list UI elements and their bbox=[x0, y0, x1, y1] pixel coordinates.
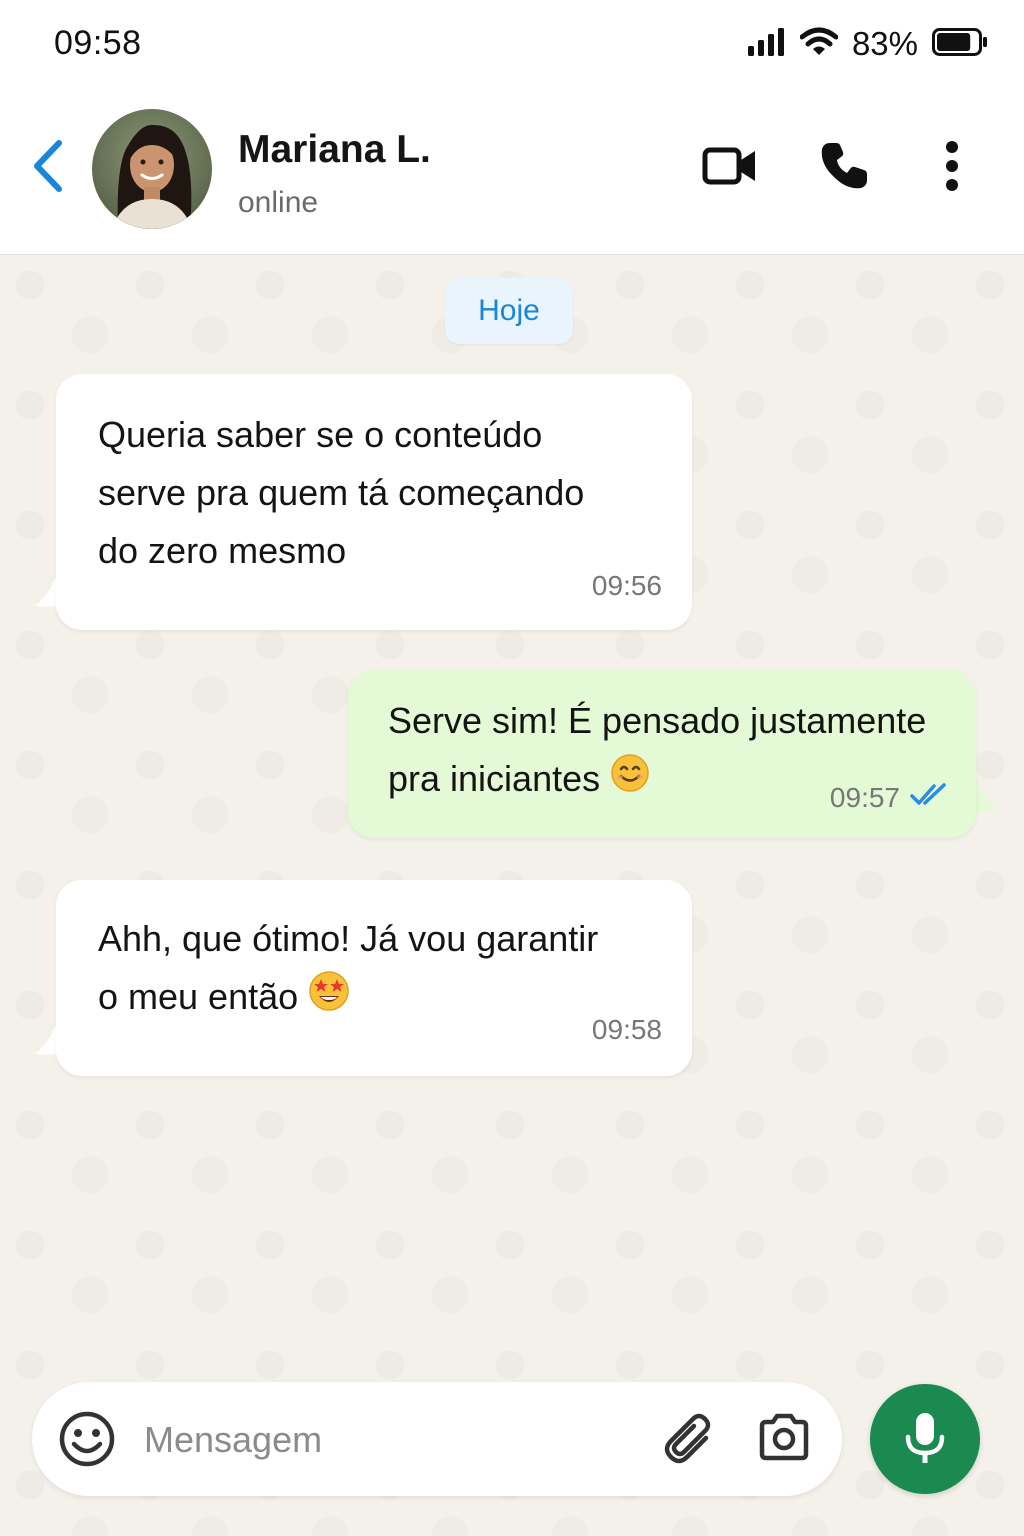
status-indicators: 83% bbox=[747, 24, 988, 64]
message-composer bbox=[32, 1382, 842, 1496]
contact-status: online bbox=[238, 186, 319, 219]
message-bubble-incoming[interactable]: Queria saber se o conteúdo serve pra que… bbox=[56, 374, 692, 630]
wifi-icon bbox=[799, 27, 839, 62]
message-text-wrap: Ahh, que ótimo! Já vou garantir o meu en… bbox=[98, 910, 678, 1029]
contact-name[interactable]: Mariana L. bbox=[238, 128, 431, 172]
smiling-face-icon bbox=[610, 752, 650, 810]
star-struck-icon bbox=[308, 970, 350, 1029]
battery-percent: 83% bbox=[851, 25, 918, 62]
message-time: 09:57 bbox=[829, 782, 900, 813]
more-options-button[interactable] bbox=[930, 134, 974, 198]
voice-message-button[interactable] bbox=[870, 1384, 980, 1494]
battery-icon bbox=[932, 27, 988, 61]
emoji-icon bbox=[59, 1411, 115, 1467]
status-time: 09:58 bbox=[54, 24, 142, 62]
phone-call-button[interactable] bbox=[814, 134, 874, 198]
double-check-icon bbox=[910, 783, 946, 805]
video-call-button[interactable] bbox=[700, 134, 760, 198]
signal-icon bbox=[747, 27, 786, 61]
message-text: Queria saber se o conteúdo serve pra que… bbox=[98, 414, 585, 571]
avatar[interactable] bbox=[92, 109, 212, 229]
message-time: 09:58 bbox=[591, 1014, 662, 1045]
message-time: 09:56 bbox=[591, 570, 662, 601]
status-bar: 09:58 83% bbox=[0, 0, 1024, 90]
emoji-button[interactable] bbox=[58, 1410, 116, 1468]
attach-button[interactable] bbox=[662, 1412, 718, 1468]
chat-header: Mariana L. online bbox=[0, 90, 1024, 255]
chevron-left-icon bbox=[34, 140, 62, 192]
message-bubble-outgoing[interactable]: Serve sim! É pensado justamente pra inic… bbox=[348, 670, 976, 838]
camera-button[interactable] bbox=[756, 1412, 812, 1468]
paperclip-icon bbox=[664, 1413, 711, 1464]
phone-icon bbox=[821, 143, 867, 189]
more-vertical-icon bbox=[946, 141, 958, 191]
microphone-icon bbox=[905, 1413, 945, 1463]
video-call-icon bbox=[702, 147, 755, 185]
message-input[interactable] bbox=[142, 1404, 646, 1476]
camera-icon bbox=[759, 1413, 809, 1461]
date-chip: Hoje bbox=[445, 278, 573, 344]
back-button[interactable] bbox=[26, 134, 70, 198]
message-bubble-incoming[interactable]: Ahh, que ótimo! Já vou garantir o meu en… bbox=[56, 880, 692, 1076]
